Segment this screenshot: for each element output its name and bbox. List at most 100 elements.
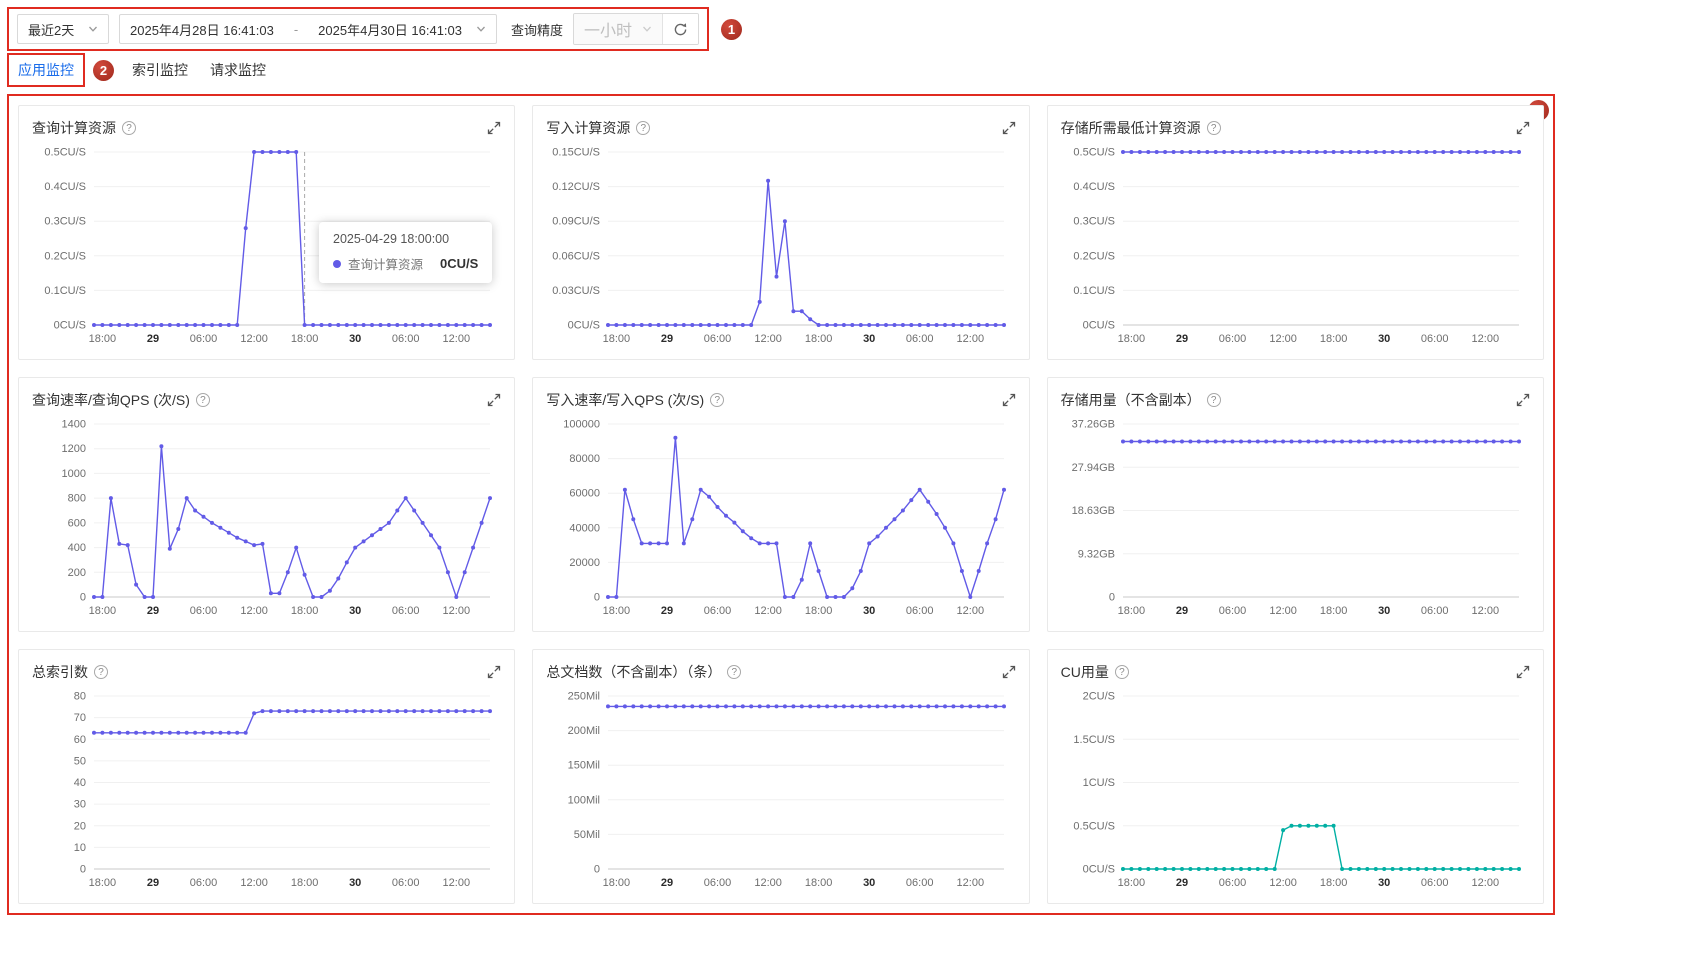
svg-text:18:00: 18:00 [291, 333, 319, 345]
svg-text:12:00: 12:00 [240, 333, 268, 345]
expand-icon[interactable] [487, 121, 501, 135]
svg-text:0.2CU/S: 0.2CU/S [44, 250, 86, 262]
svg-text:06:00: 06:00 [1421, 333, 1449, 345]
svg-text:30: 30 [863, 877, 875, 889]
toolbar-row: 最近2天 2025年4月28日 16:41:03 - 2025年4月30日 16… [7, 7, 743, 51]
svg-text:18:00: 18:00 [1319, 605, 1347, 617]
svg-text:12:00: 12:00 [957, 605, 985, 617]
svg-text:0.15CU/S: 0.15CU/S [553, 147, 601, 159]
svg-text:0: 0 [80, 864, 86, 876]
svg-text:60: 60 [74, 734, 86, 746]
svg-text:30: 30 [863, 605, 875, 617]
svg-text:06:00: 06:00 [906, 877, 934, 889]
help-icon[interactable]: ? [94, 665, 108, 679]
svg-text:06:00: 06:00 [704, 605, 732, 617]
svg-text:06:00: 06:00 [190, 605, 218, 617]
precision-select[interactable]: 一小时 [574, 14, 663, 44]
svg-text:06:00: 06:00 [1218, 333, 1246, 345]
svg-text:800: 800 [68, 493, 86, 505]
svg-text:150Mil: 150Mil [568, 760, 600, 772]
svg-text:0.3CU/S: 0.3CU/S [44, 216, 86, 228]
help-icon[interactable]: ? [710, 393, 725, 407]
svg-text:18.63GB: 18.63GB [1071, 505, 1114, 517]
svg-text:29: 29 [147, 877, 159, 889]
chart-canvas-write-qps[interactable]: 100000 80000 60000 40000 20000 0 18:00 29 06:00 1… [546, 414, 1014, 619]
svg-text:0.09CU/S: 0.09CU/S [553, 216, 601, 228]
help-icon[interactable]: ? [636, 121, 651, 135]
svg-text:30: 30 [349, 333, 361, 345]
precision-label: 查询精度 [511, 22, 564, 38]
expand-icon[interactable] [1516, 665, 1530, 679]
chart-canvas-cu-usage[interactable]: 2CU/S 1.5CU/S 1CU/S 0.5CU/S 0CU/S 18:00 29 06:0… [1061, 686, 1529, 891]
chart-canvas-query-qps[interactable]: 1400 1200 1000 800 600 400 200 0 18:00 29 06:00 12:… [32, 414, 500, 619]
svg-text:0.06CU/S: 0.06CU/S [553, 250, 601, 262]
annotation-badge-1: 1 [721, 18, 743, 40]
svg-text:18:00: 18:00 [1319, 877, 1347, 889]
tab-app-monitoring[interactable]: 应用监控 [18, 62, 74, 78]
svg-text:29: 29 [147, 333, 159, 345]
chart-card-query-compute: 查询计算资源 ? 0.5CU/S 0.4CU/S 0.3CU/S 0.2CU/S 0.1… [18, 105, 516, 360]
chart-canvas-doc-count[interactable]: 250Mil 200Mil 150Mil 100Mil 50Mil 0 18:00 29 06:… [546, 686, 1014, 891]
chart-title: CU用量 [1060, 664, 1109, 680]
refresh-button[interactable] [662, 14, 699, 44]
svg-text:0.5CU/S: 0.5CU/S [1073, 147, 1115, 159]
svg-text:18:00: 18:00 [805, 605, 833, 617]
svg-text:2CU/S: 2CU/S [1082, 691, 1114, 703]
expand-icon[interactable] [1516, 393, 1530, 407]
svg-text:0.4CU/S: 0.4CU/S [44, 181, 86, 193]
chart-svg: 0.15CU/S 0.12CU/S 0.09CU/S 0.06CU/S 0.03CU/S… [553, 147, 1007, 345]
date-range-picker[interactable]: 2025年4月28日 16:41:03 - 2025年4月30日 16:41:0… [119, 14, 497, 44]
help-icon[interactable]: ? [727, 665, 742, 679]
svg-text:100Mil: 100Mil [568, 794, 600, 806]
tooltip-series: 查询计算资源 [348, 258, 424, 272]
svg-text:18:00: 18:00 [89, 877, 117, 889]
svg-text:0: 0 [594, 864, 600, 876]
svg-text:600: 600 [68, 517, 86, 529]
chart-canvas-storage-min-compute[interactable]: 0.5CU/S 0.4CU/S 0.3CU/S 0.2CU/S 0.1CU/S 0CU/S… [1061, 142, 1529, 347]
chart-canvas-index-count[interactable]: 80 70 60 50 40 30 20 10 0 18:00 29 06:00 12:00 18:00 3… [32, 686, 500, 891]
date-start: 2025年4月28日 16:41:03 [130, 22, 274, 38]
chevron-down-icon [477, 26, 485, 32]
svg-text:0.5CU/S: 0.5CU/S [1073, 820, 1115, 832]
chart-card-cu-usage: CU用量 ? 2CU/S 1.5CU/S 1CU/S 0.5CU/S 0CU/S 18:0… [1046, 649, 1544, 904]
svg-text:0CU/S: 0CU/S [54, 320, 86, 332]
svg-text:37.26GB: 37.26GB [1071, 419, 1114, 431]
help-icon[interactable]: ? [195, 393, 210, 407]
expand-icon[interactable] [1002, 665, 1016, 679]
charts-panel: 3 查询计算资源 ? 0.5CU/S0.4CU/S0.3CU/S0.2CU/S0… [7, 94, 1555, 915]
card-header: CU用量 ? [1061, 662, 1530, 682]
svg-text:12:00: 12:00 [957, 333, 985, 345]
card-header: 写入计算资源 ? [546, 118, 1015, 138]
expand-icon[interactable] [1002, 121, 1016, 135]
chart-title: 写入计算资源 [546, 120, 631, 136]
svg-text:0: 0 [80, 592, 86, 604]
tooltip-time: 2025-04-29 18:00:00 [333, 232, 450, 246]
chart-title: 查询速率/查询QPS (次/S) [32, 392, 190, 408]
svg-text:06:00: 06:00 [1218, 605, 1246, 617]
chart-canvas-write-compute[interactable]: 0.15CU/S 0.12CU/S 0.09CU/S 0.06CU/S 0.03CU/S… [546, 142, 1014, 347]
tab-request-monitoring[interactable]: 请求监控 [210, 60, 266, 80]
chart-title: 存储用量（不含副本） [1060, 392, 1201, 408]
help-icon[interactable]: ? [1206, 393, 1221, 407]
expand-icon[interactable] [487, 393, 501, 407]
svg-text:29: 29 [1176, 333, 1188, 345]
svg-text:50Mil: 50Mil [574, 829, 600, 841]
svg-text:12:00: 12:00 [443, 605, 471, 617]
expand-icon[interactable] [1516, 121, 1530, 135]
svg-text:12:00: 12:00 [755, 605, 783, 617]
svg-text:10: 10 [74, 842, 86, 854]
refresh-icon [674, 22, 687, 35]
card-header: 存储用量（不含副本） ? [1061, 390, 1530, 410]
tab-index-monitoring[interactable]: 索引监控 [132, 60, 188, 80]
time-range-select[interactable]: 最近2天 [17, 14, 109, 44]
expand-icon[interactable] [1002, 393, 1016, 407]
svg-text:30: 30 [1378, 605, 1390, 617]
chart-canvas-storage-usage[interactable]: 37.26GB 27.94GB 18.63GB 9.32GB 0 18:00 29 06:00… [1061, 414, 1529, 619]
svg-text:18:00: 18:00 [1319, 333, 1347, 345]
help-icon[interactable]: ? [122, 121, 136, 135]
expand-icon[interactable] [487, 665, 501, 679]
svg-text:0.1CU/S: 0.1CU/S [44, 285, 86, 297]
help-icon[interactable]: ? [1206, 121, 1221, 135]
svg-text:20000: 20000 [570, 557, 601, 569]
help-icon[interactable]: ? [1114, 665, 1129, 679]
